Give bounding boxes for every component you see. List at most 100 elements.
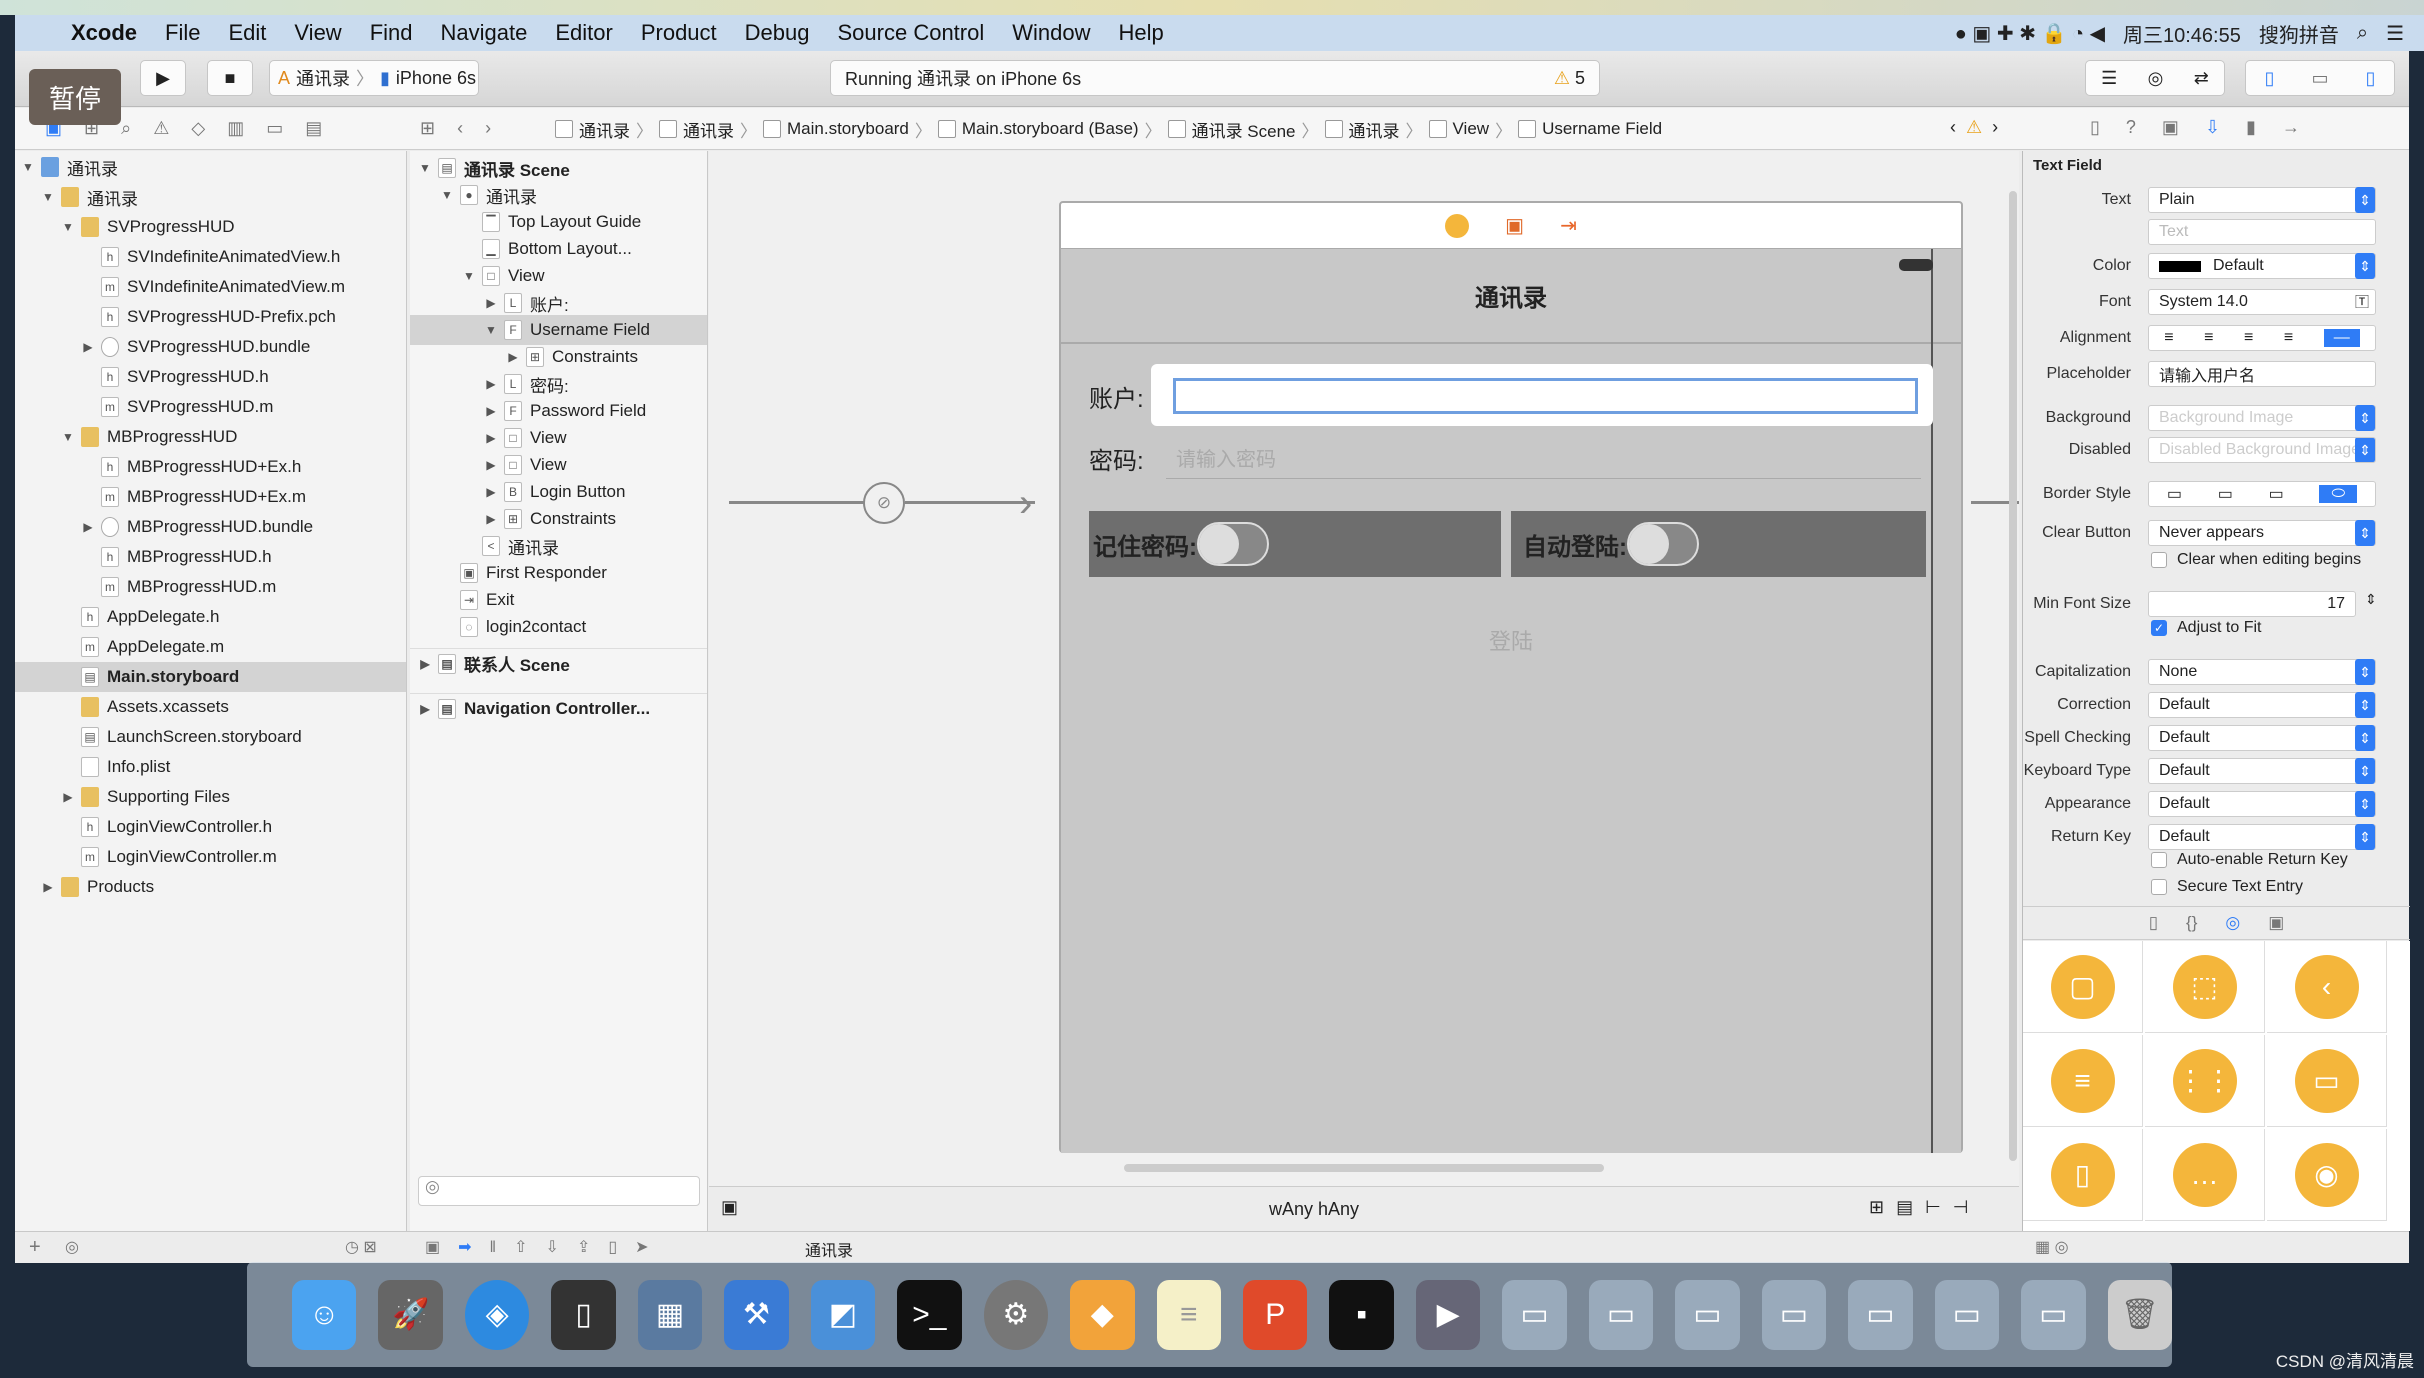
alignment-segmented[interactable]: ≡ ≡ ≡ ≡ — [2148, 325, 2376, 351]
min-font-stepper[interactable]: ⇕ [2365, 591, 2377, 608]
clock[interactable]: 周三10:46:55 [2123, 19, 2241, 48]
disclosure-icon[interactable]: ▶ [484, 512, 498, 526]
adjust-to-fit-checkbox[interactable]: ✓ Adjust to Fit [2151, 619, 2261, 637]
login-scene[interactable]: ▣ ⇥ 通讯录 账户: 密码: 请输入密码 记住密码: 自动登陆: 登陆 [1059, 201, 1963, 1153]
navigator-item[interactable]: m MBProgressHUD+Ex.m [15, 482, 406, 512]
navigator-item[interactable]: ▼ MBProgressHUD [15, 422, 406, 452]
text-type-popup[interactable]: Plain [2148, 187, 2376, 213]
disclosure-icon[interactable]: ▼ [418, 161, 432, 175]
menu-editor[interactable]: Editor [555, 20, 612, 46]
navigator-item[interactable]: ▤ Main.storyboard [15, 662, 406, 692]
placeholder-field[interactable]: 请输入用户名 [2148, 361, 2376, 387]
navigator-item[interactable]: ▶ SVProgressHUD.bundle [15, 332, 406, 362]
username-field[interactable] [1173, 378, 1918, 414]
navigator-item[interactable]: h SVProgressHUD.h [15, 362, 406, 392]
navigator-item[interactable]: Info.plist [15, 752, 406, 782]
notification-icon[interactable]: ☰ [2386, 21, 2404, 46]
menu-file[interactable]: File [165, 20, 200, 46]
window-thumb-icon[interactable]: ▭ [1588, 1279, 1654, 1350]
menu-source-control[interactable]: Source Control [838, 20, 985, 46]
first-responder-icon[interactable]: ▣ [1505, 213, 1524, 238]
input-method[interactable]: 搜狗拼音 [2259, 19, 2339, 48]
storyboard-canvas[interactable]: ⊘ › ▣ ⇥ 通讯录 账户: 密码: 请输入密码 记住密码: 自动登陆: 登陆… [709, 151, 2019, 1231]
powerpoint-icon[interactable]: P [1242, 1279, 1308, 1350]
password-field[interactable]: 请输入密码 [1166, 431, 1921, 479]
breadcrumb-item[interactable]: Main.storyboard (Base) [937, 119, 1139, 139]
outline-toggle-icon[interactable]: ▣ [721, 1197, 738, 1218]
disclosure-icon[interactable]: ▼ [61, 220, 75, 234]
disclosure-icon[interactable]: ▶ [81, 340, 95, 354]
window-thumb-icon[interactable]: ▭ [1848, 1279, 1913, 1350]
horizontal-scrollbar[interactable] [1124, 1164, 1604, 1172]
clear-when-editing-checkbox[interactable]: Clear when editing begins [2151, 551, 2361, 569]
disclosure-icon[interactable]: ▶ [484, 296, 498, 310]
outline-item[interactable]: ▼ F Username Field [410, 315, 707, 345]
disclosure-icon[interactable]: ▼ [61, 430, 75, 444]
outline-item[interactable]: ▣ First Responder [410, 558, 707, 588]
xcode-icon[interactable]: ⚒ [724, 1279, 789, 1350]
navigator-item[interactable]: ▼ SVProgressHUD [15, 212, 406, 242]
back-icon[interactable]: ‹ [457, 118, 463, 139]
outline-item[interactable]: ▶ L 密码: [410, 369, 707, 399]
outline-item[interactable]: < 通讯录 [410, 531, 707, 561]
photo-booth-icon[interactable]: ▦ [637, 1279, 703, 1350]
next-issue-icon[interactable]: › [1992, 117, 1998, 138]
outline-item[interactable]: ▶ L 账户: [410, 288, 707, 318]
finder-icon[interactable]: ☺ [292, 1279, 357, 1350]
outline-item[interactable]: ◌ login2contact [410, 612, 707, 642]
library-tabs[interactable]: ▯ {} ◎ ▣ [2023, 906, 2410, 940]
warning-count[interactable]: 5 [1575, 68, 1585, 88]
warning-icon[interactable]: ⚠ [1966, 117, 1982, 138]
library-item[interactable]: ⋮⋮ [2145, 1035, 2265, 1127]
navigator-item[interactable]: h SVIndefiniteAnimatedView.h [15, 242, 406, 272]
outline-scene[interactable]: ▶ ▤ Navigation Controller... [410, 693, 707, 723]
disclosure-icon[interactable]: ▶ [484, 377, 498, 391]
navigator-item[interactable]: h AppDelegate.h [15, 602, 406, 632]
min-font-size-field[interactable]: 17 [2148, 591, 2356, 617]
outline-item[interactable]: ⇥ Exit [410, 585, 707, 615]
remember-switch[interactable] [1197, 522, 1269, 566]
filter-icon[interactable]: ◎ [65, 1237, 79, 1257]
window-thumb-icon[interactable]: ▭ [1934, 1279, 2000, 1350]
outline-item[interactable]: ▶ F Password Field [410, 396, 707, 426]
related-items-icon[interactable]: ⊞ [420, 118, 435, 139]
navigator-item[interactable]: h LoginViewController.h [15, 812, 406, 842]
outline-item[interactable]: ▼ ▤ 通讯录 Scene [410, 153, 707, 183]
navigator-item[interactable]: h MBProgressHUD+Ex.h [15, 452, 406, 482]
outline-item[interactable]: ▁ Bottom Layout... [410, 234, 707, 264]
outline-item[interactable]: ▼ □ View [410, 261, 707, 291]
navigator-item[interactable]: Assets.xcassets [15, 692, 406, 722]
library-item[interactable]: … [2145, 1129, 2265, 1221]
navigator-item[interactable]: ▶ Products [15, 872, 406, 902]
breadcrumb-item[interactable]: 通讯录 Scene [1167, 117, 1296, 142]
system-preferences-icon[interactable]: ⚙ [983, 1279, 1049, 1350]
outline-item[interactable]: ▔ Top Layout Guide [410, 207, 707, 237]
notes-icon[interactable]: ≡ [1156, 1279, 1221, 1350]
library-item[interactable]: ▢ [2023, 941, 2143, 1033]
exec-icon[interactable]: ▪ [1329, 1279, 1394, 1350]
breadcrumb-item[interactable]: 通讯录 [1324, 117, 1400, 142]
disclosure-icon[interactable]: ▶ [418, 702, 432, 716]
segue-icon[interactable]: ⊘ [863, 482, 905, 524]
autolayout-tools-icon[interactable]: ⊞▤⊢⊣ [1869, 1197, 1980, 1218]
navigator-item[interactable]: m SVIndefiniteAnimatedView.m [15, 272, 406, 302]
scheme-selector[interactable]: A 通讯录〉 ▮ iPhone 6s [269, 60, 479, 96]
outline-item[interactable]: ▶ B Login Button [410, 477, 707, 507]
color-popup[interactable]: Default [2148, 253, 2376, 279]
popup-appearance[interactable]: Default [2148, 791, 2376, 817]
sketch-icon[interactable]: ◆ [1070, 1279, 1135, 1350]
navigator-item[interactable]: m LoginViewController.m [15, 842, 406, 872]
warning-icon[interactable]: ⚠ [1554, 68, 1570, 88]
terminal-icon[interactable]: >_ [897, 1279, 962, 1350]
stop-button[interactable]: ■ [207, 60, 253, 96]
disabled-combo[interactable]: Disabled Background Image [2148, 437, 2376, 463]
navigator-item[interactable]: h SVProgressHUD-Prefix.pch [15, 302, 406, 332]
navigator-item[interactable]: h MBProgressHUD.h [15, 542, 406, 572]
disclosure-icon[interactable]: ▶ [61, 790, 75, 804]
navigator-item[interactable]: ▼ 通讯录 [15, 152, 406, 182]
add-icon[interactable]: + [29, 1236, 41, 1259]
launchpad-icon[interactable]: 🚀 [378, 1279, 443, 1350]
disclosure-icon[interactable]: ▶ [506, 350, 520, 364]
disclosure-icon[interactable]: ▶ [484, 485, 498, 499]
outline-scene[interactable]: ▶ ▤ 联系人 Scene [410, 648, 707, 678]
